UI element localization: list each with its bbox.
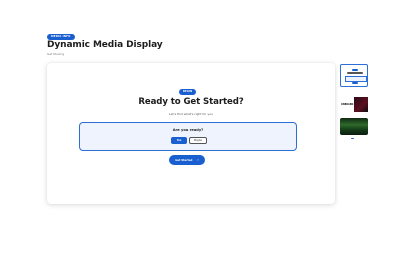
thumbnail-strip: ONBOARD <box>338 60 369 200</box>
question-box: Are you ready? Yes Maybe <box>79 122 297 151</box>
thumb-dark-media-image <box>354 97 368 112</box>
question-label: Are you ready? <box>172 128 204 132</box>
get-started-button[interactable]: Get Started › <box>169 155 205 165</box>
main-card: Begin Ready to Get Started? Let's find w… <box>47 63 335 204</box>
page-title: Dynamic Media Display <box>47 40 163 50</box>
thumb-badge <box>352 69 358 71</box>
thumb-dark-media-text: ONBOARD <box>341 103 354 106</box>
thumb-button <box>352 82 358 84</box>
get-started-label: Get Started <box>175 158 193 162</box>
card-subtitle: Let's find what's right for you <box>169 112 213 116</box>
card-title: Ready to Get Started? <box>138 97 244 107</box>
thumb-title <box>347 72 363 74</box>
thumb-question-slide[interactable] <box>340 64 368 87</box>
chevron-right-icon: › <box>197 158 199 162</box>
thumb-dark-media[interactable]: ONBOARD <box>340 93 368 116</box>
choice-yes-button[interactable]: Yes <box>171 137 187 144</box>
thumb-nature-media[interactable] <box>340 118 368 135</box>
page-subtitle: Get Moving <box>47 52 65 56</box>
header-badge: Media Info <box>47 34 75 40</box>
active-indicator <box>351 138 354 140</box>
card-badge: Begin <box>179 89 197 95</box>
choice-maybe-button[interactable]: Maybe <box>189 137 207 144</box>
